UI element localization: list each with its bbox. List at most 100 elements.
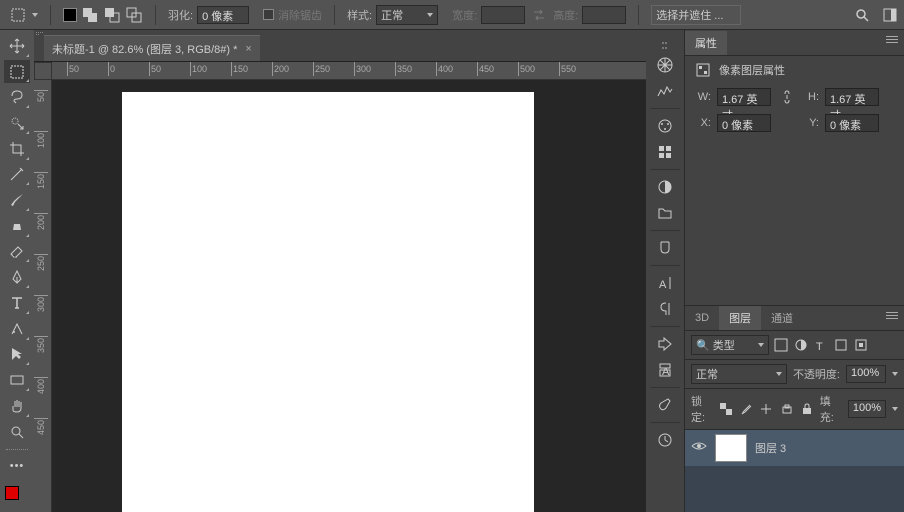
document-tab-title: 未标题-1 @ 82.6% (图层 3, RGB/8#) * bbox=[52, 41, 237, 57]
timeline-icon[interactable] bbox=[655, 427, 675, 453]
3d-tab[interactable]: 3D bbox=[685, 308, 719, 328]
more-tools[interactable]: ••• bbox=[4, 455, 30, 479]
link-wh-icon[interactable] bbox=[777, 88, 797, 106]
width-input bbox=[481, 6, 525, 24]
brushes-panel-icon[interactable] bbox=[655, 235, 675, 261]
feather-input[interactable]: 0 像素 bbox=[197, 6, 249, 24]
layers-menu-icon[interactable] bbox=[886, 312, 898, 319]
workspace-icon[interactable] bbox=[880, 5, 900, 25]
half-circle-icon[interactable] bbox=[655, 174, 675, 200]
lock-trans-icon[interactable] bbox=[719, 401, 733, 417]
panel-menu-icon[interactable] bbox=[886, 36, 898, 43]
adjustments-panel-icon[interactable] bbox=[655, 113, 675, 139]
svg-text:A: A bbox=[659, 279, 667, 291]
lock-label: 锁定: bbox=[691, 393, 713, 425]
style-select[interactable]: 正常 bbox=[376, 5, 438, 25]
close-tab-icon[interactable]: × bbox=[245, 43, 251, 55]
character-panel-icon[interactable]: A bbox=[655, 270, 675, 296]
filter-smart-icon[interactable] bbox=[853, 337, 869, 353]
y-value[interactable]: 0 像素 bbox=[825, 114, 879, 132]
eyedropper-tool[interactable] bbox=[4, 163, 30, 187]
path-select-tool[interactable] bbox=[4, 343, 30, 367]
hand-tool[interactable] bbox=[4, 394, 30, 418]
ruler-origin[interactable] bbox=[34, 62, 52, 80]
color-swatches[interactable] bbox=[3, 484, 31, 512]
libraries-panel-icon[interactable] bbox=[655, 200, 675, 226]
canvas-area[interactable] bbox=[52, 80, 646, 512]
artboard[interactable] bbox=[122, 92, 534, 512]
vertical-ruler[interactable]: 50100150200250300350400450 bbox=[34, 80, 52, 512]
horizontal-ruler[interactable]: 50050100150200250300350400450500550 bbox=[52, 62, 646, 80]
zoom-tool[interactable] bbox=[4, 420, 30, 444]
filter-type-select[interactable]: 🔍 类型 bbox=[691, 335, 769, 355]
lock-all-icon[interactable] bbox=[800, 401, 814, 417]
lasso-tool[interactable] bbox=[4, 85, 30, 109]
w-label: W: bbox=[695, 91, 711, 103]
filter-adjust-icon[interactable] bbox=[793, 337, 809, 353]
height-label: 高度: bbox=[553, 7, 578, 23]
x-value[interactable]: 0 像素 bbox=[717, 114, 771, 132]
new-selection-icon[interactable] bbox=[63, 8, 77, 22]
width-label: 宽度: bbox=[452, 7, 477, 23]
pen-tool[interactable] bbox=[4, 265, 30, 289]
style-label: 样式: bbox=[347, 7, 372, 23]
color-panel-icon[interactable] bbox=[655, 52, 675, 78]
brush-tool[interactable] bbox=[4, 188, 30, 212]
swap-wh-icon bbox=[529, 5, 549, 25]
width-value[interactable]: 1.67 英寸 bbox=[717, 88, 771, 106]
search-icon[interactable] bbox=[852, 5, 872, 25]
options-bar: 羽化: 0 像素 消除锯齿 样式: 正常 宽度: 高度: 选择并遮住 ... bbox=[0, 0, 904, 30]
opacity-value[interactable]: 100% bbox=[846, 365, 886, 383]
history-panel-icon[interactable]: A bbox=[655, 357, 675, 383]
antialias-checkbox bbox=[263, 9, 274, 20]
lock-paint-icon[interactable] bbox=[739, 401, 753, 417]
layer-row[interactable]: 图层 3 bbox=[685, 430, 904, 466]
right-panels: 属性 像素图层属性 W: 1.67 英寸 H: 1.67 英寸 X: 0 像素 … bbox=[684, 30, 904, 512]
properties-title: 像素图层属性 bbox=[719, 62, 785, 78]
filter-pixel-icon[interactable] bbox=[773, 337, 789, 353]
lock-nest-icon[interactable] bbox=[780, 401, 794, 417]
rectangle-tool[interactable] bbox=[4, 368, 30, 392]
opacity-label: 不透明度: bbox=[793, 366, 840, 382]
svg-text:A: A bbox=[662, 366, 670, 378]
feather-label: 羽化: bbox=[168, 7, 193, 23]
tools-panel: ••• bbox=[0, 30, 34, 512]
fill-value[interactable]: 100% bbox=[848, 400, 886, 418]
paragraph-panel-icon[interactable] bbox=[655, 296, 675, 322]
refine-edge-button[interactable]: 选择并遮住 ... bbox=[651, 5, 741, 25]
channels-tab[interactable]: 通道 bbox=[761, 306, 803, 330]
filter-shape-icon[interactable] bbox=[833, 337, 849, 353]
blend-mode-select[interactable]: 正常 bbox=[691, 364, 787, 384]
styles-panel-icon[interactable] bbox=[655, 139, 675, 165]
fill-label: 填充: bbox=[820, 393, 842, 425]
height-value[interactable]: 1.67 英寸 bbox=[825, 88, 879, 106]
layer-thumbnail[interactable] bbox=[715, 434, 747, 462]
actions-panel-icon[interactable] bbox=[655, 331, 675, 357]
chevron-down-icon[interactable] bbox=[32, 13, 38, 17]
eraser-tool[interactable] bbox=[4, 240, 30, 264]
pixel-layer-icon bbox=[695, 62, 711, 78]
marquee-tool-icon[interactable] bbox=[8, 5, 28, 25]
filter-type-icon[interactable]: T bbox=[813, 337, 829, 353]
layer-name[interactable]: 图层 3 bbox=[755, 440, 786, 456]
document-tab-bar: 未标题-1 @ 82.6% (图层 3, RGB/8#) * × bbox=[34, 30, 646, 62]
swatches-panel-icon[interactable] bbox=[655, 78, 675, 104]
collapsed-panels-strip: A A bbox=[646, 30, 684, 512]
clone-stamp-tool[interactable] bbox=[4, 214, 30, 238]
lock-pos-icon[interactable] bbox=[759, 401, 773, 417]
document-tab[interactable]: 未标题-1 @ 82.6% (图层 3, RGB/8#) * × bbox=[44, 35, 260, 61]
height-input bbox=[582, 6, 626, 24]
type-tool[interactable] bbox=[4, 291, 30, 315]
layers-tab[interactable]: 图层 bbox=[719, 306, 761, 330]
quick-select-tool[interactable] bbox=[4, 111, 30, 135]
visibility-icon[interactable] bbox=[691, 440, 707, 456]
shape-tool[interactable] bbox=[4, 317, 30, 341]
move-tool[interactable] bbox=[4, 34, 30, 58]
intersect-selection-icon[interactable] bbox=[125, 6, 143, 24]
subtract-selection-icon[interactable] bbox=[103, 6, 121, 24]
crop-tool[interactable] bbox=[4, 137, 30, 161]
h-label: H: bbox=[803, 91, 819, 103]
tool-presets-icon[interactable] bbox=[655, 392, 675, 418]
add-selection-icon[interactable] bbox=[81, 6, 99, 24]
marquee-tool[interactable] bbox=[4, 60, 30, 84]
